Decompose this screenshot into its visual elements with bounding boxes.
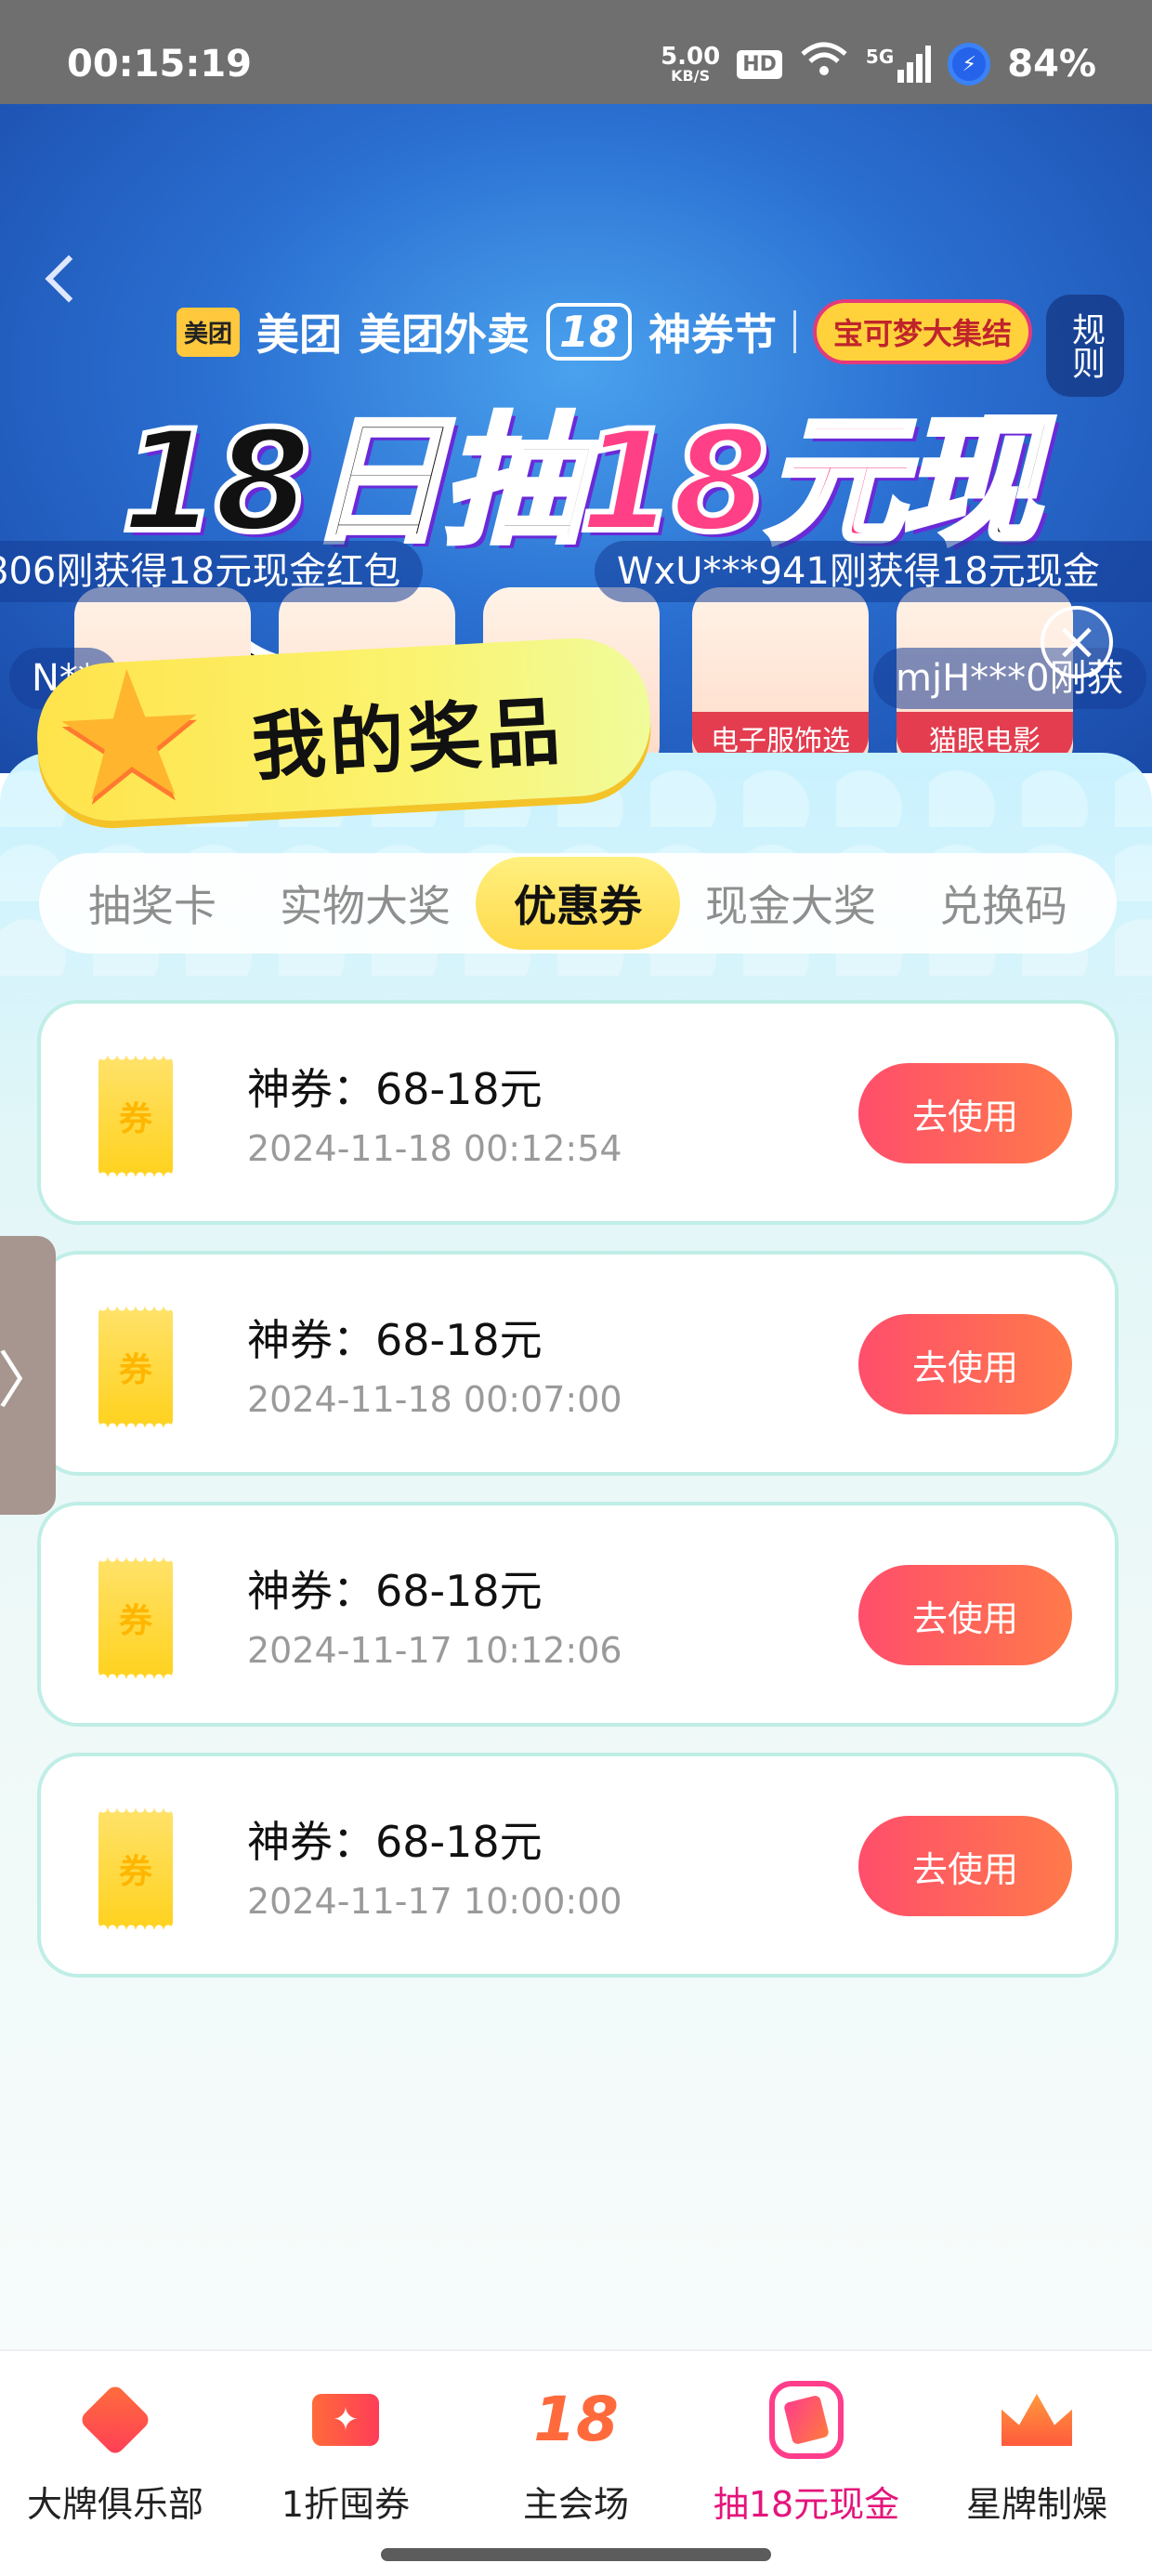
side-drawer-handle[interactable]: 〉 (0, 1236, 59, 1515)
nav-label: 主会场 (522, 2484, 629, 2525)
coupon-icon: 券 (98, 1808, 173, 1929)
eighteen-logo-icon: 18 (533, 2384, 619, 2455)
use-coupon-button[interactable]: 去使用 (858, 1063, 1072, 1163)
battery-level: 84% (1007, 43, 1096, 85)
brand-row: 美团 美团 美团外卖 18 神券节 宝可梦大集结 (177, 299, 1033, 364)
modal-title-badge: ★ 我的奖品 (33, 629, 654, 842)
coupon-icon: 券 (98, 1056, 173, 1176)
coupon-card: 券 神券：68-18元 2024-11-18 00:07:00 去使用 (37, 1251, 1119, 1476)
diamond-icon (78, 2383, 152, 2457)
wifi-icon (799, 41, 849, 87)
crown-icon (1000, 2383, 1074, 2457)
coupon-title: 神券：68-18元 (247, 1817, 543, 1867)
winner-ticker: WxU***941刚获得18元现金 (595, 541, 1152, 602)
signal-icon: 5G (865, 46, 932, 83)
pokemon-badge: 宝可梦大集结 (813, 299, 1033, 364)
coupon-title: 神券：68-18元 (247, 1566, 543, 1616)
close-icon[interactable]: × (1041, 606, 1113, 678)
home-indicator[interactable] (381, 2548, 771, 2561)
status-time: 00:15:19 (67, 43, 252, 85)
nav-label: 1折囤券 (281, 2484, 411, 2525)
network-speed-value: 5.00 (661, 43, 721, 71)
prize-tile[interactable]: 电子服饰选 (692, 587, 869, 773)
coupon-time: 2024-11-18 00:07:00 (247, 1379, 622, 1420)
nav-label: 大牌俱乐部 (26, 2484, 203, 2525)
battery-charging-icon: ⚡ (948, 43, 991, 85)
network-speed: 5.00 KB/S (661, 45, 720, 84)
coupon-time: 2024-11-17 10:12:06 (247, 1630, 622, 1671)
coupon-card: 券 神券：68-18元 2024-11-18 00:12:54 去使用 (37, 1000, 1119, 1225)
tab-cash-prize[interactable]: 现金大奖 (688, 857, 893, 950)
meituan-logo-icon: 美团 (177, 307, 241, 357)
nav-label: 星牌制燥 (965, 2484, 1107, 2525)
coupon-time: 2024-11-18 00:12:54 (247, 1128, 622, 1169)
coupon-card: 券 神券：68-18元 2024-11-17 10:12:06 去使用 (37, 1502, 1119, 1727)
coupon-time: 2024-11-17 10:00:00 (247, 1881, 622, 1922)
tab-physical-prize[interactable]: 实物大奖 (263, 857, 467, 950)
nav-brand-club[interactable]: 大牌俱乐部 (0, 2351, 230, 2537)
nav-discount-coupons[interactable]: ✦ 1折囤券 (230, 2351, 461, 2537)
bottom-nav: 大牌俱乐部 ✦ 1折囤券 18 主会场 抽18元现金 星牌制燥 (0, 2349, 1152, 2576)
star-mascot-icon: ★ (46, 628, 215, 843)
brand-18-logo: 18 (546, 303, 633, 361)
coupon-icon: 券 (98, 1307, 173, 1427)
headline-part-2: 18元 (576, 399, 908, 566)
network-speed-unit: KB/S (671, 67, 711, 85)
tab-redeem-code[interactable]: 兑换码 (901, 857, 1106, 950)
signal-label: 5G (865, 46, 895, 68)
coupon-title: 神券：68-18元 (247, 1064, 543, 1114)
status-icons: 5.00 KB/S HD 5G ⚡ 84% (661, 41, 1096, 87)
coupon-title: 神券：68-18元 (247, 1315, 543, 1365)
brand-meituan: 美团 (256, 309, 343, 360)
coupon-icon: 券 (98, 1557, 173, 1678)
nav-main-venue[interactable]: 18 主会场 (461, 2351, 691, 2537)
use-coupon-button[interactable]: 去使用 (858, 1314, 1072, 1414)
cash-card-icon (769, 2381, 844, 2459)
brand-waimai: 美团外卖 (359, 309, 530, 360)
winner-ticker: 806刚获得18元现金红包 (0, 541, 424, 602)
brand-festival: 神券节 (648, 309, 778, 360)
brand-divider (793, 310, 797, 353)
modal-title: 我的奖品 (249, 688, 566, 792)
hd-icon: HD (737, 49, 782, 79)
ticket-icon: ✦ (308, 2383, 383, 2457)
coupon-card: 券 神券：68-18元 2024-11-17 10:00:00 去使用 (37, 1753, 1119, 1978)
tab-coupons[interactable]: 优惠券 (476, 857, 680, 950)
back-icon[interactable] (45, 255, 93, 303)
tab-lottery-card[interactable]: 抽奖卡 (50, 857, 255, 950)
nav-label: 抽18元现金 (713, 2484, 900, 2525)
status-bar: 00:15:19 5.00 KB/S HD 5G ⚡ 84% (0, 0, 1152, 104)
nav-star-brand[interactable]: 星牌制燥 (922, 2351, 1152, 2537)
headline-part-1: 18日抽 (118, 399, 585, 566)
prize-tabs: 抽奖卡 实物大奖 优惠券 现金大奖 兑换码 (39, 853, 1117, 953)
nav-draw-cash[interactable]: 抽18元现金 (691, 2351, 922, 2537)
use-coupon-button[interactable]: 去使用 (858, 1565, 1072, 1665)
use-coupon-button[interactable]: 去使用 (858, 1816, 1072, 1916)
